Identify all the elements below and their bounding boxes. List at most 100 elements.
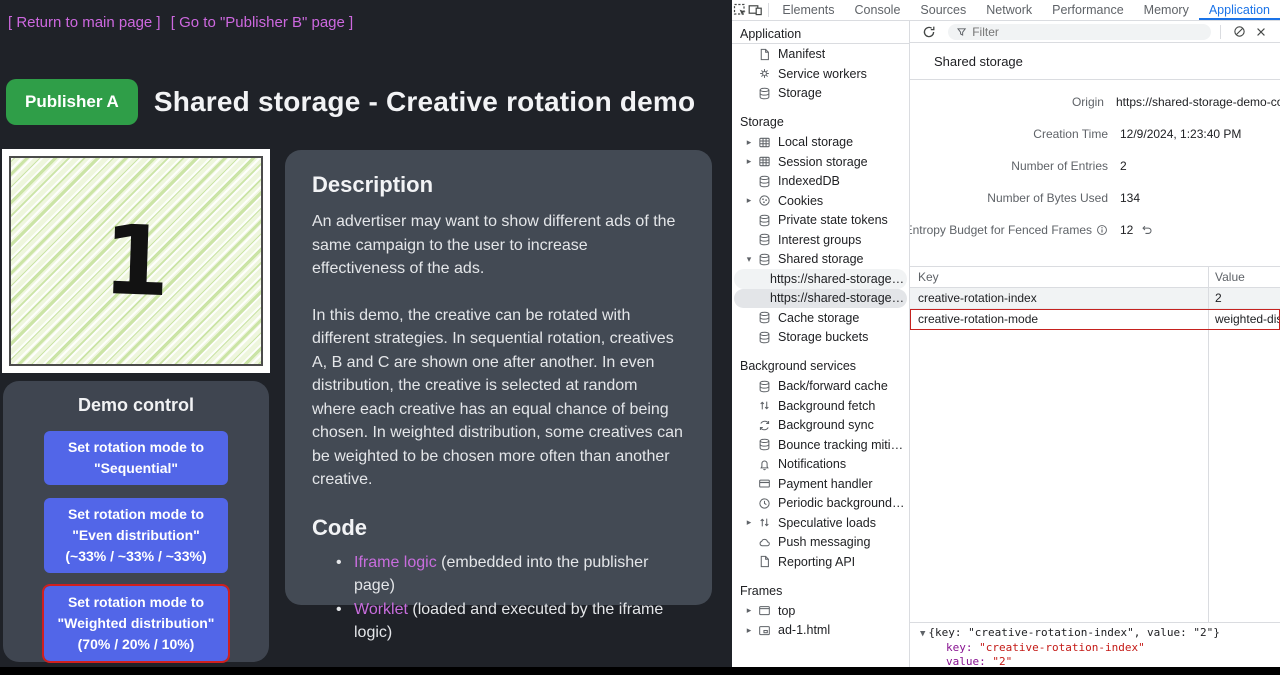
metadata-label: Entropy Budget for Fenced Frames	[910, 223, 1108, 237]
tab-performance[interactable]: Performance	[1042, 0, 1134, 20]
sidebar-item-label: Session storage	[778, 155, 868, 169]
table-row-creative-rotation-mode[interactable]: creative-rotation-modeweighted-distribut…	[910, 309, 1280, 330]
sidebar-item-background-fetch[interactable]: Background fetch	[734, 396, 907, 416]
tab-console[interactable]: Console	[845, 0, 911, 20]
sidebar-item-payment-handler[interactable]: Payment handler	[734, 474, 907, 494]
sidebar-item-label: Storage	[778, 86, 822, 100]
sidebar-item-https-shared-storage-d[interactable]: https://shared-storage-d…	[734, 269, 907, 289]
sidebar-item-private-state-tokens[interactable]: Private state tokens	[734, 211, 907, 231]
sidebar-item-session-storage[interactable]: ▸ Session storage	[734, 152, 907, 172]
sidebar-item-label: Reporting API	[778, 555, 855, 569]
filter-box[interactable]	[948, 24, 1211, 40]
preview-summary[interactable]: ▼{key: "creative-rotation-index", value:…	[920, 626, 1280, 641]
cell-key: creative-rotation-mode	[910, 312, 1208, 326]
sidebar-item-label: https://shared-storage-d…	[770, 272, 907, 286]
code-link-iframe-logic[interactable]: Iframe logic	[354, 554, 437, 571]
toolbar-separator	[768, 3, 769, 17]
sidebar-item-label: Notifications	[778, 457, 846, 471]
triangle-collapsed-icon[interactable]: ▸	[742, 605, 756, 616]
sidebar-item-label: Manifest	[778, 47, 825, 61]
clear-all-icon[interactable]	[1228, 23, 1250, 41]
metadata-value: 134	[1120, 191, 1140, 205]
sidebar-item-label: Local storage	[778, 135, 853, 149]
expanded-triangle-icon[interactable]: ▼	[920, 629, 925, 639]
shared-storage-toolbar	[910, 21, 1280, 43]
sidebar-section-storage: Storage	[732, 113, 909, 133]
sidebar-item-cookies[interactable]: ▸Cookies	[734, 191, 907, 211]
column-header-key[interactable]: Key	[910, 270, 1208, 284]
inspect-element-icon[interactable]	[732, 0, 748, 20]
code-heading: Code	[312, 515, 685, 541]
table-row-creative-rotation-index[interactable]: creative-rotation-index2	[910, 288, 1280, 309]
file-icon	[756, 555, 772, 569]
sidebar-item-indexeddb[interactable]: IndexedDB	[734, 172, 907, 192]
updown-icon	[756, 516, 772, 530]
sidebar-item-storage[interactable]: Storage	[734, 84, 907, 104]
sidebar-item-local-storage[interactable]: ▸ Local storage	[734, 133, 907, 153]
table-header-row: KeyValue	[910, 267, 1280, 288]
sidebar-item-label: Bounce tracking mitiga…	[778, 438, 907, 452]
sidebar-item-bounce-tracking-mitiga[interactable]: Bounce tracking mitiga…	[734, 435, 907, 455]
bell-icon	[756, 457, 772, 471]
column-header-value[interactable]: Value	[1208, 270, 1280, 284]
return-to-main-link[interactable]: [ Return to main page ]	[8, 14, 161, 31]
sidebar-item-cache-storage[interactable]: Cache storage	[734, 308, 907, 328]
sidebar-item-notifications[interactable]: Notifications	[734, 455, 907, 475]
metadata-row-origin: Originhttps://shared-storage-demo-co	[910, 86, 1280, 118]
database-icon	[756, 252, 772, 266]
sidebar-item-reporting-api[interactable]: Reporting API	[734, 552, 907, 572]
cloud-icon	[756, 535, 772, 549]
triangle-expanded-icon[interactable]: ▾	[742, 254, 756, 265]
triangle-collapsed-icon[interactable]: ▸	[742, 625, 756, 636]
reset-budget-icon[interactable]	[1141, 224, 1153, 236]
rotation-mode-button-weighted-distribution[interactable]: Set rotation mode to "Weighted distribut…	[44, 586, 228, 661]
sidebar-item-label: Speculative loads	[778, 516, 876, 530]
sidebar-item-https-shared-storage-d[interactable]: https://shared-storage-d…	[734, 289, 907, 309]
sidebar-item-service-workers[interactable]: Service workers	[734, 64, 907, 84]
sidebar-item-background-sync[interactable]: Background sync	[734, 416, 907, 436]
sidebar-item-back-forward-cache[interactable]: Back/forward cache	[734, 377, 907, 397]
shared-storage-table: KeyValuecreative-rotation-index2creative…	[910, 266, 1280, 330]
sidebar-item-push-messaging[interactable]: Push messaging	[734, 533, 907, 553]
code-link-worklet[interactable]: Worklet	[354, 601, 408, 618]
triangle-collapsed-icon[interactable]: ▸	[742, 195, 756, 206]
sidebar-item-label: Service workers	[778, 67, 867, 81]
preview-value: "2"	[992, 655, 1012, 667]
delete-selected-icon[interactable]	[1250, 23, 1272, 41]
sidebar-item-speculative-loads[interactable]: ▸ Speculative loads	[734, 513, 907, 533]
sidebar-item-periodic-background-s[interactable]: Periodic background s…	[734, 494, 907, 514]
tab-application[interactable]: Application	[1199, 0, 1280, 20]
sidebar-item-shared-storage[interactable]: ▾Shared storage	[734, 250, 907, 270]
page-header: Publisher A Shared storage - Creative ro…	[6, 79, 695, 125]
database-icon	[756, 379, 772, 393]
tab-memory[interactable]: Memory	[1134, 0, 1199, 20]
publisher-b-link[interactable]: [ Go to "Publisher B" page ]	[171, 14, 353, 31]
tab-elements[interactable]: Elements	[772, 0, 844, 20]
tab-sources[interactable]: Sources	[910, 0, 976, 20]
sidebar-item-interest-groups[interactable]: Interest groups	[734, 230, 907, 250]
database-icon	[756, 86, 772, 100]
card-icon	[756, 477, 772, 491]
device-toolbar-icon[interactable]	[748, 0, 764, 20]
application-sidebar: ApplicationManifestService workersStorag…	[732, 21, 910, 667]
sidebar-item-manifest[interactable]: Manifest	[734, 45, 907, 65]
filter-input[interactable]	[972, 25, 1203, 39]
frame-icon	[756, 604, 772, 618]
refresh-icon[interactable]	[918, 23, 940, 41]
rotation-mode-button-sequential[interactable]: Set rotation mode to "Sequential"	[44, 431, 228, 485]
triangle-collapsed-icon[interactable]: ▸	[742, 137, 756, 148]
database-icon	[756, 311, 772, 325]
tab-network[interactable]: Network	[976, 0, 1042, 20]
metadata-value: 2	[1120, 159, 1127, 173]
triangle-collapsed-icon[interactable]: ▸	[742, 517, 756, 528]
metadata-row-number-of-bytes-used: Number of Bytes Used134	[910, 182, 1280, 214]
info-icon[interactable]	[1096, 224, 1108, 236]
metadata-label: Origin	[910, 95, 1104, 109]
top-nav: [ Return to main page ] [ Go to "Publish…	[8, 14, 359, 31]
demo-control-panel: Demo control Set rotation mode to "Seque…	[3, 381, 269, 662]
sidebar-item-ad-1-html[interactable]: ▸ad-1.html	[734, 621, 907, 641]
sidebar-item-top[interactable]: ▸top	[734, 601, 907, 621]
rotation-mode-button-even-distribution[interactable]: Set rotation mode to "Even distribution"…	[44, 498, 228, 573]
sidebar-item-storage-buckets[interactable]: Storage buckets	[734, 328, 907, 348]
triangle-collapsed-icon[interactable]: ▸	[742, 156, 756, 167]
